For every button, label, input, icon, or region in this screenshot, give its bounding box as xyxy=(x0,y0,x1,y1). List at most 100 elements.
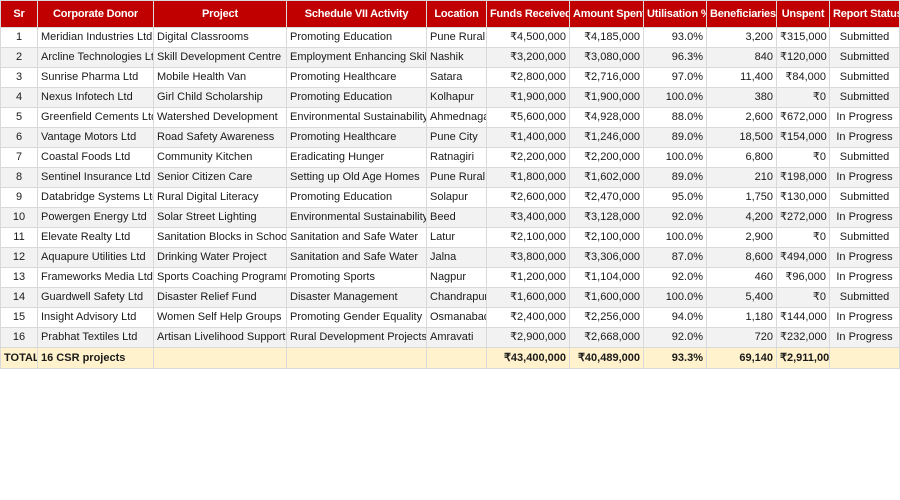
cell-funds-received[interactable]: ₹2,800,000 xyxy=(486,67,570,88)
cell-location[interactable]: Latur xyxy=(426,227,487,248)
total-status-cell[interactable] xyxy=(829,347,900,369)
cell-utilisation[interactable]: 92.0% xyxy=(643,327,707,348)
cell-funds-received[interactable]: ₹1,200,000 xyxy=(486,267,570,288)
cell-unspent[interactable]: ₹130,000 xyxy=(776,187,830,208)
cell-corporate-donor[interactable]: Meridian Industries Ltd xyxy=(37,27,154,48)
cell-location[interactable]: Chandrapur xyxy=(426,287,487,308)
cell-corporate-donor[interactable]: Greenfield Cements Ltd xyxy=(37,107,154,128)
cell-utilisation[interactable]: 96.3% xyxy=(643,47,707,68)
cell-corporate-donor[interactable]: Sentinel Insurance Ltd xyxy=(37,167,154,188)
column-header-location[interactable]: Location xyxy=(426,0,487,28)
cell-amount-spent[interactable]: ₹2,668,000 xyxy=(569,327,644,348)
cell-utilisation[interactable]: 97.0% xyxy=(643,67,707,88)
cell-corporate-donor[interactable]: Databridge Systems Ltd xyxy=(37,187,154,208)
cell-utilisation[interactable]: 92.0% xyxy=(643,267,707,288)
cell-location[interactable]: Jalna xyxy=(426,247,487,268)
column-header-project[interactable]: Project xyxy=(153,0,287,28)
cell-project[interactable]: Artisan Livelihood Support xyxy=(153,327,287,348)
cell-report-status[interactable]: Submitted xyxy=(829,27,900,48)
cell-utilisation[interactable]: 100.0% xyxy=(643,227,707,248)
cell-schedule-vii-activity[interactable]: Eradicating Hunger xyxy=(286,147,427,168)
cell-beneficiaries[interactable]: 1,180 xyxy=(706,307,777,328)
cell-utilisation[interactable]: 100.0% xyxy=(643,147,707,168)
cell-sr[interactable]: 7 xyxy=(0,147,38,168)
cell-schedule-vii-activity[interactable]: Setting up Old Age Homes xyxy=(286,167,427,188)
cell-corporate-donor[interactable]: Powergen Energy Ltd xyxy=(37,207,154,228)
cell-schedule-vii-activity[interactable]: Promoting Healthcare xyxy=(286,127,427,148)
cell-utilisation[interactable]: 100.0% xyxy=(643,87,707,108)
cell-unspent[interactable]: ₹84,000 xyxy=(776,67,830,88)
column-header-utilisation[interactable]: Utilisation % xyxy=(643,0,707,28)
cell-funds-received[interactable]: ₹2,100,000 xyxy=(486,227,570,248)
cell-report-status[interactable]: In Progress xyxy=(829,207,900,228)
cell-amount-spent[interactable]: ₹1,900,000 xyxy=(569,87,644,108)
cell-unspent[interactable]: ₹144,000 xyxy=(776,307,830,328)
cell-location[interactable]: Amravati xyxy=(426,327,487,348)
cell-beneficiaries[interactable]: 11,400 xyxy=(706,67,777,88)
cell-beneficiaries[interactable]: 6,800 xyxy=(706,147,777,168)
cell-funds-received[interactable]: ₹2,900,000 xyxy=(486,327,570,348)
cell-funds-received[interactable]: ₹1,400,000 xyxy=(486,127,570,148)
cell-location[interactable]: Kolhapur xyxy=(426,87,487,108)
cell-location[interactable]: Nagpur xyxy=(426,267,487,288)
cell-utilisation[interactable]: 92.0% xyxy=(643,207,707,228)
cell-funds-received[interactable]: ₹1,900,000 xyxy=(486,87,570,108)
cell-report-status[interactable]: Submitted xyxy=(829,287,900,308)
cell-corporate-donor[interactable]: Sunrise Pharma Ltd xyxy=(37,67,154,88)
cell-funds-received[interactable]: ₹2,400,000 xyxy=(486,307,570,328)
cell-sr[interactable]: 11 xyxy=(0,227,38,248)
cell-beneficiaries[interactable]: 380 xyxy=(706,87,777,108)
cell-project[interactable]: Watershed Development xyxy=(153,107,287,128)
cell-amount-spent[interactable]: ₹2,200,000 xyxy=(569,147,644,168)
cell-location[interactable]: Ahmednagar xyxy=(426,107,487,128)
cell-report-status[interactable]: In Progress xyxy=(829,307,900,328)
cell-report-status[interactable]: In Progress xyxy=(829,247,900,268)
cell-unspent[interactable]: ₹96,000 xyxy=(776,267,830,288)
cell-schedule-vii-activity[interactable]: Promoting Education xyxy=(286,27,427,48)
cell-amount-spent[interactable]: ₹1,246,000 xyxy=(569,127,644,148)
cell-beneficiaries[interactable]: 840 xyxy=(706,47,777,68)
cell-corporate-donor[interactable]: Guardwell Safety Ltd xyxy=(37,287,154,308)
cell-beneficiaries[interactable]: 2,600 xyxy=(706,107,777,128)
cell-sr[interactable]: 3 xyxy=(0,67,38,88)
cell-project[interactable]: Disaster Relief Fund xyxy=(153,287,287,308)
cell-funds-received[interactable]: ₹2,600,000 xyxy=(486,187,570,208)
cell-amount-spent[interactable]: ₹2,716,000 xyxy=(569,67,644,88)
cell-unspent[interactable]: ₹120,000 xyxy=(776,47,830,68)
cell-location[interactable]: Osmanabad xyxy=(426,307,487,328)
cell-funds-received[interactable]: ₹4,500,000 xyxy=(486,27,570,48)
cell-corporate-donor[interactable]: Coastal Foods Ltd xyxy=(37,147,154,168)
cell-utilisation[interactable]: 89.0% xyxy=(643,127,707,148)
cell-sr[interactable]: 5 xyxy=(0,107,38,128)
cell-project[interactable]: Women Self Help Groups xyxy=(153,307,287,328)
cell-amount-spent[interactable]: ₹3,128,000 xyxy=(569,207,644,228)
cell-amount-spent[interactable]: ₹2,100,000 xyxy=(569,227,644,248)
cell-utilisation[interactable]: 87.0% xyxy=(643,247,707,268)
cell-amount-spent[interactable]: ₹4,185,000 xyxy=(569,27,644,48)
cell-funds-received[interactable]: ₹2,200,000 xyxy=(486,147,570,168)
cell-funds-received[interactable]: ₹3,800,000 xyxy=(486,247,570,268)
cell-sr[interactable]: 16 xyxy=(0,327,38,348)
cell-amount-spent[interactable]: ₹4,928,000 xyxy=(569,107,644,128)
cell-report-status[interactable]: In Progress xyxy=(829,327,900,348)
cell-amount-spent[interactable]: ₹3,306,000 xyxy=(569,247,644,268)
column-header-funds-received[interactable]: Funds Received xyxy=(486,0,570,28)
total-activity-cell[interactable] xyxy=(286,347,427,369)
cell-amount-spent[interactable]: ₹2,256,000 xyxy=(569,307,644,328)
cell-schedule-vii-activity[interactable]: Environmental Sustainability xyxy=(286,207,427,228)
cell-sr[interactable]: 2 xyxy=(0,47,38,68)
total-unspent-cell[interactable]: ₹2,911,000 xyxy=(776,347,830,369)
cell-project[interactable]: Mobile Health Van xyxy=(153,67,287,88)
cell-beneficiaries[interactable]: 2,900 xyxy=(706,227,777,248)
cell-project[interactable]: Girl Child Scholarship xyxy=(153,87,287,108)
cell-beneficiaries[interactable]: 460 xyxy=(706,267,777,288)
cell-project[interactable]: Road Safety Awareness xyxy=(153,127,287,148)
cell-sr[interactable]: 6 xyxy=(0,127,38,148)
total-project-cell[interactable] xyxy=(153,347,287,369)
cell-corporate-donor[interactable]: Elevate Realty Ltd xyxy=(37,227,154,248)
cell-report-status[interactable]: Submitted xyxy=(829,67,900,88)
cell-corporate-donor[interactable]: Arcline Technologies Ltd xyxy=(37,47,154,68)
cell-location[interactable]: Satara xyxy=(426,67,487,88)
cell-location[interactable]: Pune City xyxy=(426,127,487,148)
cell-utilisation[interactable]: 100.0% xyxy=(643,287,707,308)
